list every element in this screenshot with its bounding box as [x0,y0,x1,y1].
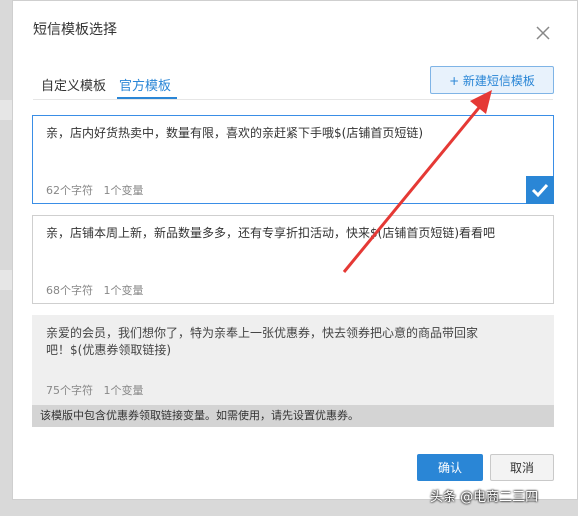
template-meta: 68个字符 1个变量 [46,282,144,298]
var-count: 1个变量 [103,384,144,397]
char-count: 62个字符 [46,184,93,197]
new-sms-template-button[interactable]: + 新建短信模板 [430,66,554,94]
template-text: 亲，店内好货热卖中，数量有限，喜欢的亲赶紧下手哦$(店铺首页短链) [46,126,424,140]
template-meta: 62个字符 1个变量 [46,182,144,198]
char-count: 75个字符 [46,384,93,397]
tab-custom-templates[interactable]: 自定义模板 [41,75,106,94]
confirm-button[interactable]: 确认 [417,454,483,481]
tabs-divider [33,99,553,100]
template-text: 亲爱的会员，我们想你了，特为亲奉上一张优惠券，快去领券把心意的商品带回家吧！$(… [46,326,479,357]
var-count: 1个变量 [103,184,144,197]
dialog-title: 短信模板选择 [33,22,117,38]
close-icon[interactable] [533,23,553,43]
char-count: 68个字符 [46,284,93,297]
var-count: 1个变量 [103,284,144,297]
tab-official-templates[interactable]: 官方模板 [119,75,171,94]
template-card[interactable]: 亲，店铺本周上新，新品数量多多，还有专享折扣活动，快来$(店铺首页短链)看看吧 … [32,215,554,304]
checkmark-icon [526,176,554,204]
template-meta: 75个字符 1个变量 [46,382,144,398]
template-select-dialog: 短信模板选择 自定义模板 官方模板 + 新建短信模板 亲，店内好货热卖中，数量有… [12,0,578,500]
cancel-button[interactable]: 取消 [490,454,554,481]
template-card[interactable]: 亲，店内好货热卖中，数量有限，喜欢的亲赶紧下手哦$(店铺首页短链) 62个字符 … [32,115,554,204]
active-tab-indicator [117,97,177,99]
template-text: 亲，店铺本周上新，新品数量多多，还有专享折扣活动，快来$(店铺首页短链)看看吧 [46,226,496,240]
coupon-notice: 该模版中包含优惠券领取链接变量。如需使用，请先设置优惠券。 [32,405,554,427]
watermark: 头条 @电商二三四 [430,490,539,505]
